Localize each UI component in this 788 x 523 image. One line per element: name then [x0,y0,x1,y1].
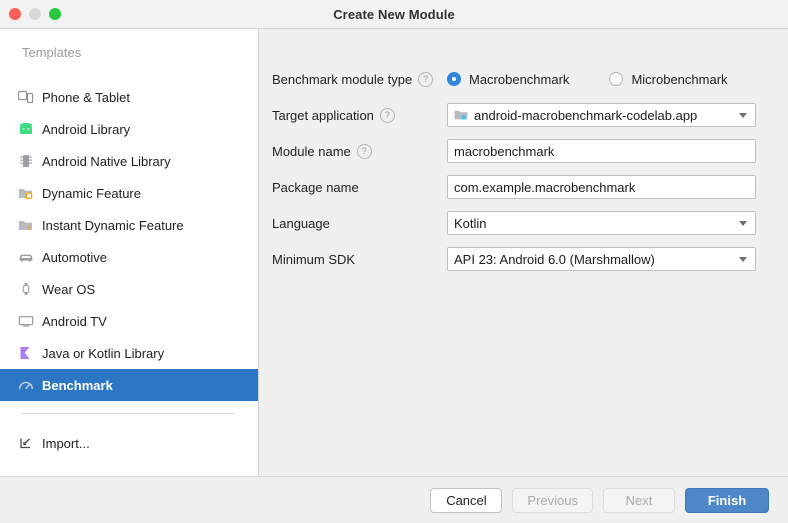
native-library-icon [16,153,36,169]
radio-label: Microbenchmark [631,72,727,87]
chevron-down-icon[interactable] [739,113,747,118]
dynamic-feature-icon [16,185,36,201]
module-folder-icon [454,109,468,121]
label-text: Minimum SDK [272,252,355,267]
sidebar-item-benchmark[interactable]: Benchmark [0,369,258,401]
module-name-label: Module name ? [272,144,447,159]
radio-microbenchmark[interactable] [609,72,623,86]
android-robot-icon [16,121,36,137]
sidebar-item-wear-os[interactable]: Wear OS [0,273,258,305]
previous-button[interactable]: Previous [512,488,593,513]
target-application-combobox[interactable]: android-macrobenchmark-codelab.app [447,103,756,127]
row-target-application: Target application ? android-macrobenchm… [272,103,788,127]
sidebar-item-label: Android Native Library [42,155,171,168]
create-new-module-dialog: Create New Module Templates Phone & Tabl… [0,0,788,523]
cancel-button[interactable]: Cancel [430,488,502,513]
sidebar-item-import[interactable]: Import... [0,427,258,459]
dialog-body: Templates Phone & Tablet [0,29,788,476]
target-application-label: Target application ? [272,108,447,123]
package-name-input[interactable]: com.example.macrobenchmark [447,175,756,199]
radio-label: Macrobenchmark [469,72,569,87]
finish-button[interactable]: Finish [685,488,769,513]
dialog-footer: Cancel Previous Next Finish [0,476,788,523]
sidebar-item-dynamic-feature[interactable]: Dynamic Feature [0,177,258,209]
import-arrow-icon [16,435,36,451]
language-value: Kotlin [454,216,487,231]
sidebar-item-label: Android Library [42,123,130,136]
next-button[interactable]: Next [603,488,675,513]
label-text: Benchmark module type [272,72,412,87]
sidebar-item-android-tv[interactable]: Android TV [0,305,258,337]
minimize-window-button[interactable] [29,8,41,20]
sidebar-item-android-library[interactable]: Android Library [0,113,258,145]
tv-icon [16,313,36,329]
module-config-form: Benchmark module type ? Macrobenchmark M… [259,29,788,271]
module-name-value: macrobenchmark [454,144,554,159]
row-benchmark-module-type: Benchmark module type ? Macrobenchmark M… [272,67,788,91]
templates-list: Phone & Tablet Android Library [0,81,258,401]
minimum-sdk-value: API 23: Android 6.0 (Marshmallow) [454,252,655,267]
radio-macrobenchmark[interactable] [447,72,461,86]
sidebar-item-instant-dynamic-feature[interactable]: Instant Dynamic Feature [0,209,258,241]
sidebar-item-label: Phone & Tablet [42,91,130,104]
label-text: Target application [272,108,374,123]
row-language: Language Kotlin [272,211,788,235]
target-application-value: android-macrobenchmark-codelab.app [474,108,697,123]
package-name-value: com.example.macrobenchmark [454,180,635,195]
row-module-name: Module name ? macrobenchmark [272,139,788,163]
minimum-sdk-combobox[interactable]: API 23: Android 6.0 (Marshmallow) [447,247,756,271]
car-icon [16,249,36,265]
phone-tablet-icon [16,89,36,105]
language-combobox[interactable]: Kotlin [447,211,756,235]
sidebar-item-label: Dynamic Feature [42,187,141,200]
label-text: Language [272,216,330,231]
help-icon[interactable]: ? [357,144,372,159]
module-name-input[interactable]: macrobenchmark [447,139,756,163]
help-icon[interactable]: ? [380,108,395,123]
sidebar-item-phone-tablet[interactable]: Phone & Tablet [0,81,258,113]
minimum-sdk-label: Minimum SDK [272,252,447,267]
sidebar-item-label: Instant Dynamic Feature [42,219,184,232]
sidebar-divider [22,413,234,414]
benchmark-module-type-radio-group: Macrobenchmark Microbenchmark [447,72,728,87]
row-package-name: Package name com.example.macrobenchmark [272,175,788,199]
sidebar-item-label: Java or Kotlin Library [42,347,164,360]
close-window-button[interactable] [9,8,21,20]
benchmark-module-type-label: Benchmark module type ? [272,72,447,87]
radio-option-microbenchmark[interactable]: Microbenchmark [609,72,727,87]
help-icon[interactable]: ? [418,72,433,87]
templates-sidebar: Templates Phone & Tablet [0,29,259,476]
label-text: Package name [272,180,359,195]
chevron-down-icon[interactable] [739,221,747,226]
watch-icon [16,281,36,297]
chevron-down-icon[interactable] [739,257,747,262]
module-config-panel: Benchmark module type ? Macrobenchmark M… [259,29,788,476]
kotlin-k-icon [16,345,36,361]
sidebar-item-automotive[interactable]: Automotive [0,241,258,273]
instant-dynamic-feature-icon [16,217,36,233]
package-name-label: Package name [272,180,447,195]
sidebar-item-label: Import... [42,437,90,450]
sidebar-item-android-native-library[interactable]: Android Native Library [0,145,258,177]
benchmark-gauge-icon [16,377,36,393]
row-minimum-sdk: Minimum SDK API 23: Android 6.0 (Marshma… [272,247,788,271]
sidebar-item-label: Android TV [42,315,107,328]
title-bar: Create New Module [0,0,788,29]
sidebar-item-label: Benchmark [42,379,113,392]
radio-option-macrobenchmark[interactable]: Macrobenchmark [447,72,569,87]
maximize-window-button[interactable] [49,8,61,20]
label-text: Module name [272,144,351,159]
language-label: Language [272,216,447,231]
window-title: Create New Module [333,7,455,22]
sidebar-item-java-or-kotlin-library[interactable]: Java or Kotlin Library [0,337,258,369]
window-controls [9,0,61,28]
sidebar-item-label: Wear OS [42,283,95,296]
templates-header: Templates [0,29,258,67]
sidebar-item-label: Automotive [42,251,107,264]
